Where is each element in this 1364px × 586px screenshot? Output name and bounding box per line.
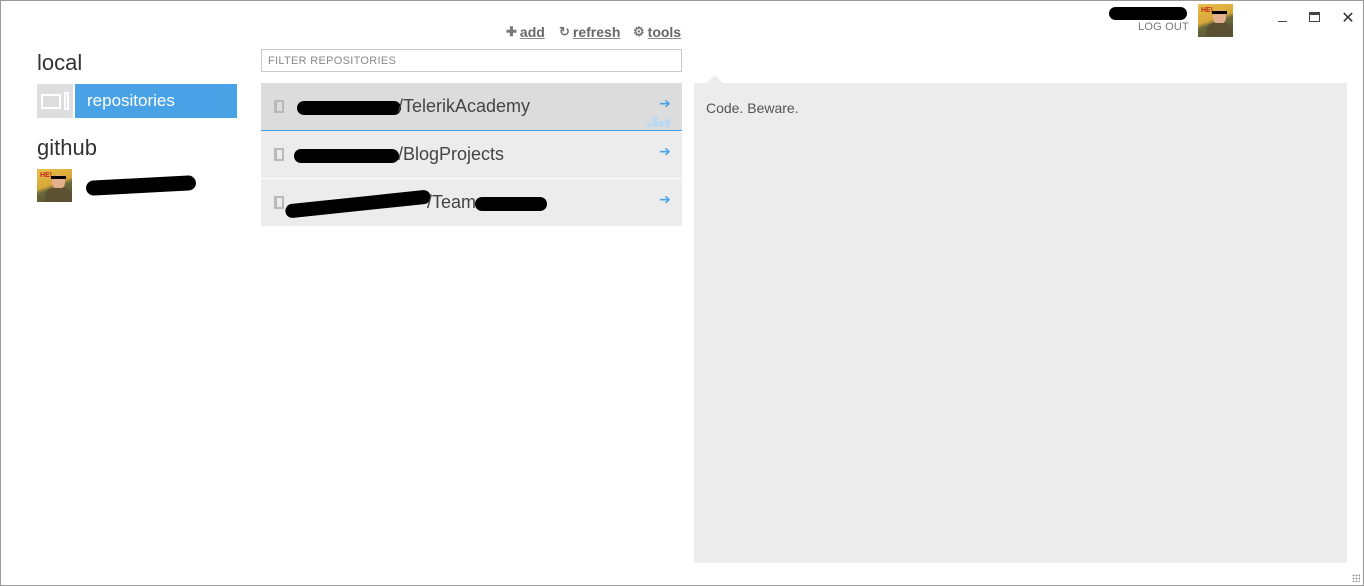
repository-description: Code. Beware. (706, 100, 799, 116)
refresh-icon: ↻ (559, 24, 570, 39)
sidebar-item-repositories[interactable]: repositories (37, 84, 237, 118)
minimize-icon (1277, 20, 1287, 22)
add-button[interactable]: ✚ add (506, 24, 545, 40)
avatar-redaction-bar (1212, 11, 1227, 14)
sidebar-item-label: repositories (73, 84, 237, 118)
repository-row[interactable]: /TelerikAcademy ➔ (261, 83, 682, 131)
book-icon (274, 100, 284, 113)
add-label: add (519, 24, 545, 40)
repository-name: /TelerikAcademy (398, 96, 531, 116)
close-icon: ✕ (1341, 7, 1355, 27)
tools-button[interactable]: ⚙ tools (633, 24, 681, 40)
redacted-github-account[interactable] (85, 175, 197, 196)
plus-icon: ✚ (506, 24, 517, 39)
gear-icon: ⚙ (633, 24, 645, 39)
close-button[interactable]: ✕ (1333, 7, 1363, 27)
computer-icon (37, 84, 73, 118)
avatar-body (45, 188, 72, 202)
repository-details-panel: Code. Beware. (694, 83, 1347, 563)
sidebar-heading-local: local (37, 50, 83, 75)
avatar-redaction-bar (51, 176, 66, 179)
repository-row[interactable]: /BlogProjects ➔ (261, 131, 682, 179)
resize-grip-icon[interactable] (1352, 574, 1360, 582)
maximize-icon (1308, 12, 1320, 22)
github-account-avatar[interactable]: HE! (37, 169, 72, 202)
computer-tower-shape (64, 92, 69, 110)
repository-name: /BlogProjects (398, 144, 505, 164)
detail-pointer (707, 75, 723, 83)
redacted-owner (297, 101, 401, 115)
computer-screen-shape (41, 93, 61, 109)
filter-repositories-input[interactable] (261, 49, 682, 72)
toolbar-add: ✚ add (506, 23, 545, 41)
app-window: ✕ LOG OUT HE! ✚ add ↻ refresh ⚙ tools lo… (0, 0, 1364, 586)
account-avatar[interactable]: HE! (1198, 4, 1233, 37)
maximize-button[interactable] (1299, 7, 1329, 27)
tools-label: tools (647, 24, 682, 40)
repository-name: /Team (427, 192, 477, 212)
logout-link[interactable]: LOG OUT (1138, 21, 1189, 33)
activity-graph (647, 113, 671, 127)
pin-icon[interactable] (642, 100, 649, 114)
refresh-label: refresh (572, 24, 621, 40)
toolbar-refresh: ↻ refresh (559, 23, 620, 41)
redacted-repository-suffix (475, 197, 547, 211)
repository-row[interactable]: /Team ➔ (261, 179, 682, 227)
book-icon (274, 148, 284, 161)
toolbar-tools: ⚙ tools (633, 23, 681, 41)
redacted-username (1109, 7, 1187, 20)
arrow-right-icon[interactable]: ➔ (659, 96, 671, 112)
avatar-body (1206, 23, 1233, 37)
book-icon (274, 196, 284, 209)
arrow-right-icon[interactable]: ➔ (659, 144, 671, 160)
refresh-button[interactable]: ↻ refresh (559, 24, 620, 40)
sidebar-heading-github: github (37, 135, 97, 160)
minimize-button[interactable] (1267, 7, 1297, 27)
redacted-owner (284, 189, 432, 219)
arrow-right-icon[interactable]: ➔ (659, 192, 671, 208)
repository-list: /TelerikAcademy ➔ /BlogProjects ➔ /Team … (261, 83, 682, 227)
redacted-owner (294, 149, 399, 163)
